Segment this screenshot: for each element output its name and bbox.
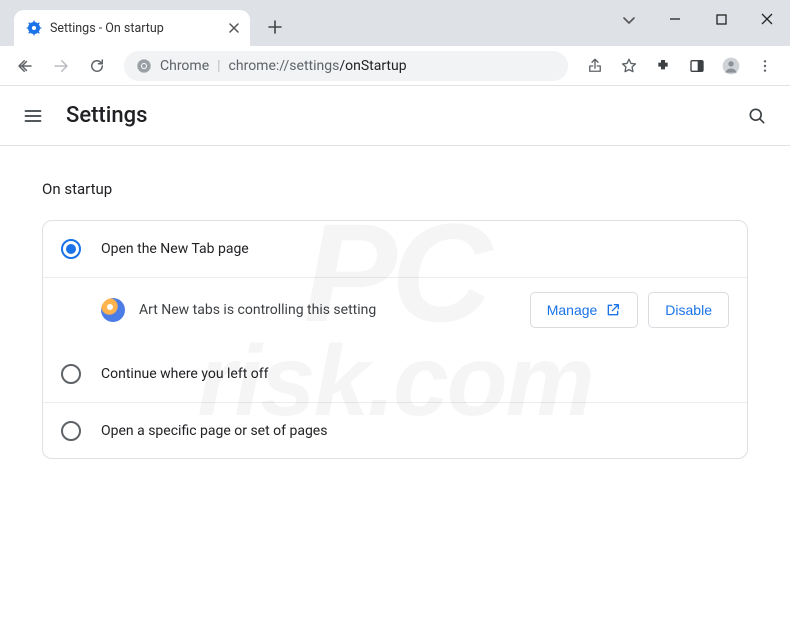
close-tab-icon[interactable]	[226, 20, 242, 36]
manage-label: Manage	[547, 302, 598, 318]
bookmark-star-icon[interactable]	[614, 51, 644, 81]
startup-options-card: Open the New Tab page Art New tabs is co…	[42, 220, 748, 459]
browser-toolbar: Chrome | chrome://settings/onStartup	[0, 46, 790, 86]
option-specific-pages[interactable]: Open a specific page or set of pages	[43, 402, 747, 458]
search-icon[interactable]	[742, 101, 772, 131]
window-titlebar: Settings - On startup	[0, 0, 790, 46]
side-panel-icon[interactable]	[682, 51, 712, 81]
kebab-menu-icon[interactable]	[750, 51, 780, 81]
radio-unselected-icon[interactable]	[61, 364, 81, 384]
extensions-icon[interactable]	[648, 51, 678, 81]
window-maximize-button[interactable]	[698, 4, 744, 34]
window-controls	[606, 0, 790, 46]
option-label: Continue where you left off	[101, 366, 269, 382]
new-tab-button[interactable]	[262, 14, 288, 40]
window-close-button[interactable]	[744, 4, 790, 34]
option-label: Open a specific page or set of pages	[101, 423, 327, 439]
open-external-icon	[605, 302, 621, 318]
option-continue[interactable]: Continue where you left off	[43, 346, 747, 402]
chrome-logo-icon	[136, 58, 152, 74]
radio-selected-icon[interactable]	[61, 239, 81, 259]
disable-extension-button[interactable]: Disable	[648, 292, 729, 328]
settings-gear-icon	[26, 20, 42, 36]
radio-unselected-icon[interactable]	[61, 421, 81, 441]
reload-button[interactable]	[82, 51, 112, 81]
settings-header: Settings	[0, 86, 790, 146]
extension-app-icon	[101, 298, 125, 322]
section-title: On startup	[42, 180, 748, 198]
nav-back-button[interactable]	[10, 51, 40, 81]
url-scheme: Chrome	[160, 58, 209, 74]
hamburger-menu-icon[interactable]	[18, 101, 48, 131]
manage-extension-button[interactable]: Manage	[530, 292, 639, 328]
url-text: chrome://settings/onStartup	[229, 58, 407, 74]
url-divider: |	[217, 58, 220, 74]
extension-control-notice: Art New tabs is controlling this setting…	[43, 277, 747, 346]
option-label: Open the New Tab page	[101, 241, 249, 257]
page-title: Settings	[66, 103, 147, 128]
share-icon[interactable]	[580, 51, 610, 81]
tab-title: Settings - On startup	[50, 21, 218, 36]
address-bar[interactable]: Chrome | chrome://settings/onStartup	[124, 51, 568, 81]
profile-avatar-icon[interactable]	[716, 51, 746, 81]
extension-notice-text: Art New tabs is controlling this setting	[139, 302, 516, 318]
disable-label: Disable	[665, 302, 712, 318]
option-open-new-tab[interactable]: Open the New Tab page	[43, 221, 747, 277]
settings-content: On startup Open the New Tab page Art New…	[0, 146, 790, 493]
window-minimize-button[interactable]	[652, 4, 698, 34]
tab-search-icon[interactable]	[606, 4, 652, 34]
browser-tab[interactable]: Settings - On startup	[14, 10, 250, 46]
nav-forward-button[interactable]	[46, 51, 76, 81]
toolbar-right	[580, 51, 780, 81]
